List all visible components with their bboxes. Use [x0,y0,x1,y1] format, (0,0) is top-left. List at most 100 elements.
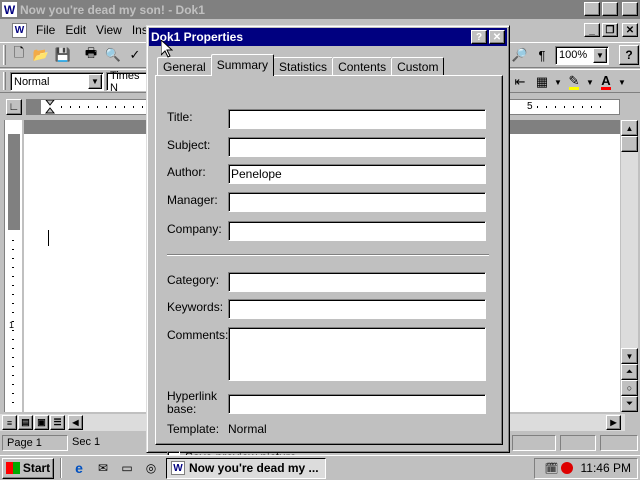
spelling-icon[interactable]: ✓ [124,44,146,66]
hyperlink-label-line1: Hyperlink [167,389,218,403]
font-color-icon[interactable]: A [595,71,617,93]
tab-general[interactable]: General [157,57,212,76]
summary-panel: Title: Subject: Author: Penelope Manager… [155,75,503,464]
highlight-dropdown-icon[interactable]: ▼ [585,71,595,93]
internet-explorer-icon[interactable]: e [68,458,90,478]
decrease-indent-icon[interactable]: ⇤ [509,71,531,93]
toolbar-grip-2[interactable] [3,72,6,90]
doc-restore-icon[interactable]: ❐ [602,23,618,37]
new-document-icon[interactable]: 🗋 [8,44,30,66]
company-field[interactable] [228,221,486,241]
toolbar-grip[interactable] [3,45,6,65]
manager-field[interactable] [228,192,486,212]
tab-custom[interactable]: Custom [391,57,445,76]
borders-dropdown-icon[interactable]: ▼ [553,71,563,93]
ruler-margin-left [27,100,41,114]
dialog-controls: ? ✕ [471,30,505,44]
doc-minimize-icon[interactable]: _ [584,23,600,37]
help-icon[interactable]: ? [619,45,639,65]
scroll-down-icon[interactable]: ▼ [621,348,638,364]
menu-edit[interactable]: Edit [60,23,91,37]
style-dropdown-icon[interactable]: ▼ [88,74,102,89]
outlook-express-icon[interactable]: ✉ [92,458,114,478]
style-combo[interactable]: Normal ▼ [10,72,104,91]
taskbar: Start e ✉ ▭ ◎ W Now you're dead my ... 🗓… [0,455,640,480]
indent-marker-icon[interactable] [45,100,55,114]
tray-task-scheduler-icon[interactable]: 🗓 [545,462,559,475]
subject-field[interactable] [228,137,486,157]
hyperlink-base-field[interactable] [228,394,486,414]
vertical-ruler: 1 [4,120,22,412]
menu-view[interactable]: View [91,23,127,37]
open-folder-icon[interactable]: 📂 [30,44,52,66]
vertical-scrollbar[interactable]: ▲ ▼ ⏶ ○ ⏷ [621,120,638,412]
restore-icon[interactable]: ❐ [602,2,618,16]
page-layout-view-icon[interactable]: ▣ [34,415,49,430]
print-icon[interactable]: 🖶 [80,44,102,66]
scroll-right-icon[interactable]: ▶ [606,415,621,430]
normal-view-icon[interactable]: ≡ [2,415,17,430]
tab-stop-selector-icon[interactable]: ∟ [6,99,22,115]
template-value: Normal [228,422,267,436]
doc-close-icon[interactable]: ✕ [622,23,638,37]
tab-summary[interactable]: Summary [210,54,275,76]
zoom-combo[interactable]: 100% ▼ [555,45,609,65]
show-formatting-icon[interactable]: ¶ [531,44,553,66]
ruler-ticks-right [537,106,607,108]
show-desktop-icon[interactable]: ▭ [116,458,138,478]
menu-file[interactable]: File [31,23,60,37]
borders-icon[interactable]: ▦ [531,71,553,93]
print-preview-icon[interactable]: 🔍 [102,44,124,66]
help-button[interactable]: ? [471,30,487,44]
status-panel-b [560,435,596,451]
select-browse-object-icon[interactable]: ○ [621,380,638,396]
section-divider [167,254,489,256]
word-title-bar[interactable]: W Now you're dead my son! - Dok1 _ ❐ ✕ [0,0,640,19]
taskbar-word-label: Now you're dead my ... [189,461,319,475]
taskbar-word-button[interactable]: W Now you're dead my ... [166,457,326,479]
minimize-icon[interactable]: _ [584,2,600,16]
scroll-left-icon[interactable]: ◀ [68,415,83,430]
start-button[interactable]: Start [2,457,54,479]
status-section: Sec 1 [72,436,101,448]
comments-label: Comments: [167,328,229,342]
zoom-value: 100% [559,49,588,61]
category-field[interactable] [228,272,486,292]
zoom-dropdown-icon[interactable]: ▼ [593,47,607,63]
author-field[interactable]: Penelope [228,164,486,184]
save-icon[interactable]: 💾 [52,44,74,66]
author-label: Author: [167,165,206,179]
online-view-icon[interactable]: ▤ [18,415,33,430]
document-map-icon[interactable]: 🔎 [509,44,531,66]
dialog-close-icon[interactable]: ✕ [489,30,505,44]
keywords-field[interactable] [228,299,486,319]
font-combo[interactable]: Times N [106,70,150,94]
dialog-title-bar[interactable]: Dok1 Properties ? ✕ [149,28,507,46]
outline-view-icon[interactable]: ☰ [50,415,65,430]
next-page-icon[interactable]: ⏷ [621,396,638,412]
channels-icon[interactable]: ◎ [140,458,162,478]
title-field[interactable] [228,109,486,129]
company-label: Company: [167,222,222,236]
scroll-up-icon[interactable]: ▲ [621,120,638,136]
tab-contents[interactable]: Contents [332,57,393,76]
highlight-icon[interactable]: ✎ [563,71,585,93]
keywords-label: Keywords: [167,300,224,314]
tab-statistics[interactable]: Statistics [273,57,334,76]
status-panel-a [512,435,556,451]
taskbar-word-icon: W [171,461,185,475]
font-color-dropdown-icon[interactable]: ▼ [617,71,627,93]
tray-alert-icon[interactable] [560,462,573,474]
clock[interactable]: 11:46 PM [581,461,631,475]
document-icon[interactable]: W [12,22,27,38]
close-icon[interactable]: ✕ [622,2,638,16]
status-page: Page 1 [2,435,68,451]
start-label: Start [22,461,51,475]
view-buttons: ≡ ▤ ▣ ☰ [2,415,65,430]
comments-field[interactable] [228,327,486,381]
taskbar-divider [60,458,62,478]
word-window-controls: _ ❐ ✕ [584,2,638,16]
word-app-icon[interactable]: W [2,2,17,17]
previous-page-icon[interactable]: ⏶ [621,364,638,380]
scroll-thumb[interactable] [621,136,638,152]
